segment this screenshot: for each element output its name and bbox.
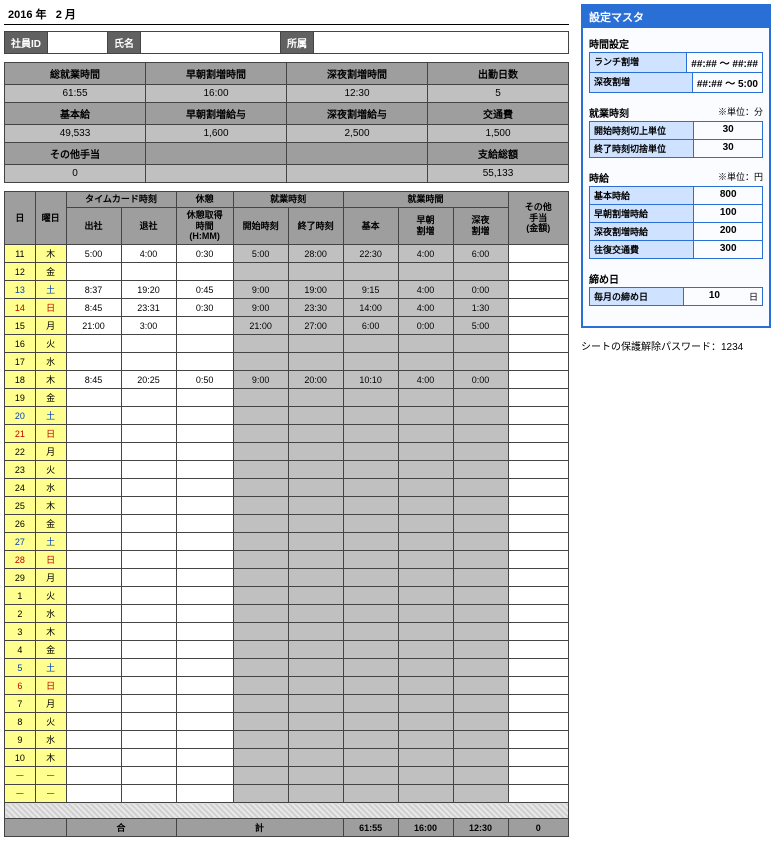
table-row: 27土 — [5, 533, 569, 551]
table-row: 15月21:003:0021:0027:006:000:005:00 — [5, 317, 569, 335]
total-row: 合 計 61:55 16:00 12:30 0 — [5, 819, 569, 837]
table-row: 24水 — [5, 479, 569, 497]
table-row: 7月 — [5, 695, 569, 713]
table-row: ーー — [5, 785, 569, 803]
name-label: 氏名 — [108, 32, 141, 53]
emp-id-label: 社員ID — [5, 32, 48, 53]
col-other: その他手当(金額) — [508, 192, 569, 245]
table-row: 28日 — [5, 551, 569, 569]
table-row: 20土 — [5, 407, 569, 425]
timesheet-grid: 日 曜日 タイムカード時刻 休憩 就業時刻 就業時間 その他手当(金額) 出社 … — [4, 191, 569, 837]
table-row: 6日 — [5, 677, 569, 695]
table-row: 1火 — [5, 587, 569, 605]
table-row: 22月 — [5, 443, 569, 461]
month: 2 — [56, 9, 62, 21]
master-panel: 設定マスタ 時間設定 ランチ割増##:## ～ ##:## 深夜割増##:## … — [581, 4, 771, 328]
table-row: 23火 — [5, 461, 569, 479]
table-row: 18木8:4520:250:509:0020:0010:104:000:00 — [5, 371, 569, 389]
summary3-head: その他手当 支給総額 — [4, 143, 569, 165]
employee-header: 社員ID 氏名 所属 — [4, 31, 569, 54]
summary2-vals: 49,533 1,600 2,500 1,500 — [4, 125, 569, 143]
table-row: 2水 — [5, 605, 569, 623]
dept-label: 所属 — [281, 32, 314, 53]
table-row: 11木5:004:000:305:0028:0022:304:006:00 — [5, 245, 569, 263]
col-pm: 深夜割増 — [453, 207, 508, 244]
table-row: 14日8:4523:310:309:0023:3014:004:001:30 — [5, 299, 569, 317]
summary2-head: 基本給 早朝割増給与 深夜割増給与 交通費 — [4, 103, 569, 125]
password-note: シートの保護解除パスワード：1234 — [581, 338, 771, 353]
hatch-divider — [5, 803, 569, 819]
table-row: 25木 — [5, 497, 569, 515]
table-row: 19金 — [5, 389, 569, 407]
emp-id-value[interactable] — [48, 32, 108, 53]
table-row: 26金 — [5, 515, 569, 533]
col-break: 休憩取得時間(H:MM) — [176, 207, 233, 244]
table-row: 13土8:3719:200:459:0019:009:154:000:00 — [5, 281, 569, 299]
summary1-head: 総就業時間 早朝割増時間 深夜割増時間 出勤日数 — [4, 62, 569, 85]
table-row: 10木 — [5, 749, 569, 767]
summary3-vals: 0 55,133 — [4, 165, 569, 183]
summary1-vals: 61:55 16:00 12:30 5 — [4, 85, 569, 103]
table-row: 3木 — [5, 623, 569, 641]
date-line: 2016 年 2 月 — [4, 4, 569, 25]
master-title: 設定マスタ — [583, 6, 769, 28]
table-row: 16火 — [5, 335, 569, 353]
col-am: 早朝割増 — [398, 207, 453, 244]
table-row: 12金 — [5, 263, 569, 281]
table-row: 21日 — [5, 425, 569, 443]
table-row: ーー — [5, 767, 569, 785]
name-value[interactable] — [141, 32, 281, 53]
year: 2016 — [8, 9, 32, 21]
table-row: 8火 — [5, 713, 569, 731]
dept-value[interactable] — [314, 32, 568, 53]
table-row: 5土 — [5, 659, 569, 677]
table-row: 17水 — [5, 353, 569, 371]
table-row: 9水 — [5, 731, 569, 749]
table-row: 29月 — [5, 569, 569, 587]
table-row: 4金 — [5, 641, 569, 659]
